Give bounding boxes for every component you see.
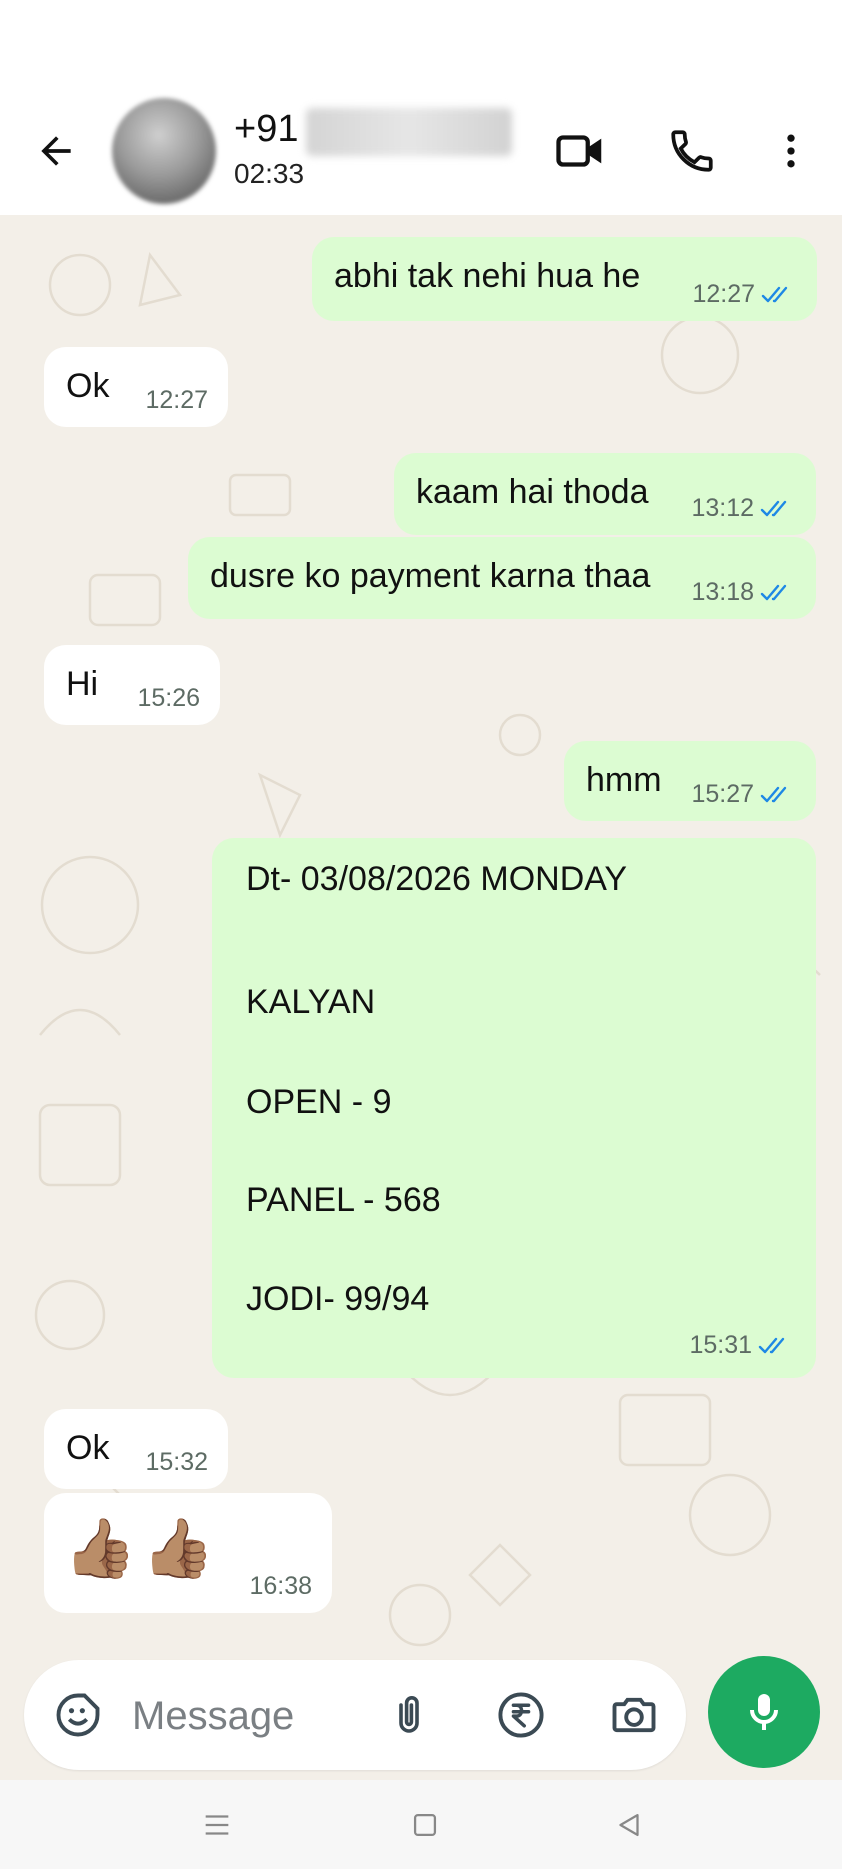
message-text: Ok bbox=[66, 1429, 110, 1467]
video-call-icon bbox=[556, 135, 602, 167]
message-time: 15:32 bbox=[145, 1448, 208, 1476]
composer-area: Message bbox=[0, 1656, 842, 1780]
outgoing-message[interactable]: Dt- 03/08/2026 MONDAY KALYAN OPEN - 9 PANEL… bbox=[212, 838, 816, 1378]
message-text-line: PANEL - 568 bbox=[246, 1181, 441, 1219]
nav-back-button[interactable] bbox=[604, 1800, 654, 1850]
message-meta: 15:26 bbox=[137, 684, 200, 713]
message-meta: 12:27 bbox=[692, 280, 795, 309]
message-input[interactable]: Message bbox=[132, 1694, 294, 1739]
message-meta: 15:32 bbox=[145, 1448, 208, 1477]
attach-icon bbox=[399, 1696, 419, 1733]
more-options-button[interactable] bbox=[758, 118, 824, 184]
read-receipt-icon bbox=[758, 1337, 785, 1353]
message-text: Hi bbox=[66, 665, 99, 703]
read-receipt-icon bbox=[761, 286, 788, 302]
voice-call-button[interactable] bbox=[659, 118, 725, 184]
outgoing-message[interactable]: dusre ko payment karna thaa 13:18 bbox=[188, 537, 816, 619]
message-meta: 13:18 bbox=[691, 578, 794, 607]
message-time: 15:31 bbox=[689, 1331, 752, 1359]
message-meta: 13:12 bbox=[691, 494, 794, 523]
back-button[interactable] bbox=[28, 123, 84, 179]
message-text: hmm bbox=[586, 761, 662, 799]
sticker-button[interactable] bbox=[48, 1685, 108, 1745]
camera-icon bbox=[612, 1697, 656, 1733]
message-time: 15:26 bbox=[137, 684, 200, 712]
read-receipt-icon bbox=[760, 500, 787, 516]
message-text: 👍🏽👍🏽 bbox=[64, 1516, 221, 1581]
sticker-icon bbox=[56, 1693, 100, 1737]
voice-call-icon bbox=[671, 130, 713, 172]
home-square-icon bbox=[413, 1813, 437, 1837]
camera-button[interactable] bbox=[604, 1685, 664, 1745]
mic-icon bbox=[750, 1694, 778, 1730]
recent-apps-button[interactable] bbox=[192, 1800, 242, 1850]
contact-status: 02:33 bbox=[234, 158, 305, 189]
message-time: 15:27 bbox=[691, 780, 754, 808]
message-meta: 15:31 bbox=[689, 1331, 792, 1360]
message-time: 12:27 bbox=[145, 386, 208, 414]
message-text: Ok bbox=[66, 367, 110, 405]
voice-message-button[interactable] bbox=[708, 1656, 820, 1768]
message-text: kaam hai thoda bbox=[416, 473, 649, 511]
incoming-message[interactable]: Hi 15:26 bbox=[44, 645, 220, 725]
message-time: 16:38 bbox=[249, 1572, 312, 1600]
message-text-line: Dt- 03/08/2026 MONDAY bbox=[246, 860, 628, 898]
message-meta: 12:27 bbox=[145, 386, 208, 415]
message-meta: 15:27 bbox=[691, 780, 794, 809]
attach-button[interactable] bbox=[379, 1685, 439, 1745]
menu-lines-icon bbox=[205, 1815, 229, 1835]
avatar[interactable] bbox=[112, 98, 216, 204]
read-receipt-icon bbox=[760, 786, 787, 802]
outgoing-message[interactable]: kaam hai thoda 13:12 bbox=[394, 453, 816, 535]
message-text: dusre ko payment karna thaa bbox=[210, 557, 651, 595]
incoming-message[interactable]: 👍🏽👍🏽 16:38 bbox=[44, 1493, 332, 1613]
back-triangle-icon bbox=[619, 1813, 639, 1837]
read-receipt-icon bbox=[760, 584, 787, 600]
chat-header: +91 02:33 bbox=[0, 90, 842, 215]
message-text-line: JODI- 99/94 bbox=[246, 1280, 430, 1318]
message-time: 12:27 bbox=[692, 280, 755, 308]
message-time: 13:12 bbox=[691, 494, 754, 522]
incoming-message[interactable]: Ok 12:27 bbox=[44, 347, 228, 427]
home-button[interactable] bbox=[400, 1800, 450, 1850]
outgoing-message[interactable]: hmm 15:27 bbox=[564, 741, 816, 821]
system-nav-bar bbox=[0, 1780, 842, 1869]
more-options-icon bbox=[787, 134, 795, 168]
message-text-line: KALYAN bbox=[246, 983, 376, 1021]
message-text-line: OPEN - 9 bbox=[246, 1083, 392, 1121]
incoming-message[interactable]: Ok 15:32 bbox=[44, 1409, 228, 1489]
message-meta: 16:38 bbox=[249, 1572, 312, 1601]
payment-button[interactable] bbox=[491, 1685, 551, 1745]
contact-name[interactable]: +91 bbox=[234, 108, 298, 151]
outgoing-message[interactable]: abhi tak nehi hua he 12:27 bbox=[312, 237, 817, 321]
message-text: abhi tak nehi hua he bbox=[334, 257, 641, 295]
status-bar bbox=[0, 0, 842, 90]
message-time: 13:18 bbox=[691, 578, 754, 606]
video-call-button[interactable] bbox=[548, 118, 614, 184]
back-arrow-icon bbox=[41, 136, 71, 166]
message-composer[interactable]: Message bbox=[24, 1660, 686, 1770]
contact-number-redacted bbox=[306, 108, 512, 156]
rupee-payment-icon bbox=[498, 1692, 544, 1738]
